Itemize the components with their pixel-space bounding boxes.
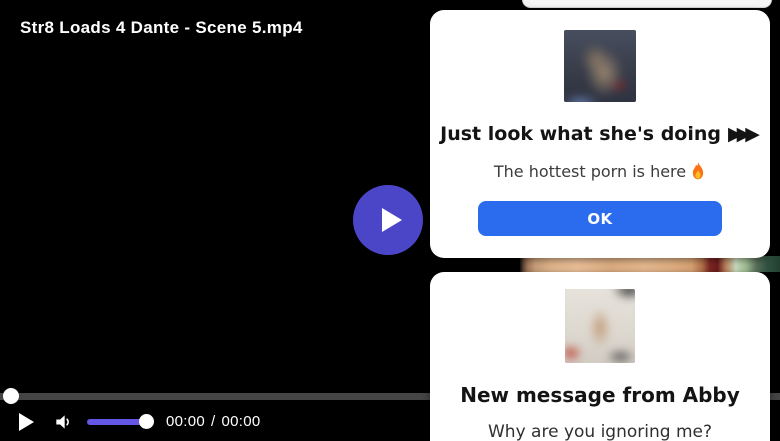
- volume-slider[interactable]: [87, 419, 151, 425]
- blurred-photo: [565, 289, 635, 363]
- triple-arrow-icon: ▶▶▶: [728, 123, 760, 145]
- video-title: Str8 Loads 4 Dante - Scene 5.mp4: [20, 18, 303, 38]
- popup-heading: Just look what she's doing ▶▶▶: [430, 123, 770, 146]
- play-icon: [382, 208, 402, 232]
- popup-photo-thumbnail: [564, 30, 636, 102]
- ok-button[interactable]: OK: [478, 201, 722, 236]
- background-ad-image: [520, 256, 780, 272]
- blurred-photo: [564, 30, 636, 102]
- popup-heading-text: Just look what she's doing: [440, 123, 721, 145]
- popup-message-card[interactable]: New message from Abby Why are you ignori…: [430, 272, 770, 441]
- popup-photo-thumbnail: [565, 289, 635, 363]
- mute-button[interactable]: [53, 412, 73, 432]
- big-play-button[interactable]: [353, 185, 423, 255]
- popup-subtext-text: The hottest porn is here: [494, 162, 686, 181]
- background-popup-card: [522, 0, 772, 8]
- popup-subtext: Why are you ignoring me?: [430, 422, 770, 441]
- current-time: 00:00: [166, 413, 205, 430]
- popup-ad-card: Just look what she's doing ▶▶▶ The hottes…: [430, 10, 770, 258]
- popup-subtext: The hottest porn is here: [430, 162, 770, 181]
- page: Str8 Loads 4 Dante - Scene 5.mp4 00:00 /…: [0, 0, 780, 441]
- play-button[interactable]: [19, 413, 34, 431]
- speaker-icon: [53, 412, 73, 432]
- fire-icon: [690, 162, 706, 180]
- time-separator: /: [211, 413, 215, 430]
- popup-heading: New message from Abby: [430, 383, 770, 407]
- duration: 00:00: [222, 413, 261, 430]
- volume-thumb[interactable]: [139, 414, 154, 429]
- time-display: 00:00 / 00:00: [166, 413, 261, 430]
